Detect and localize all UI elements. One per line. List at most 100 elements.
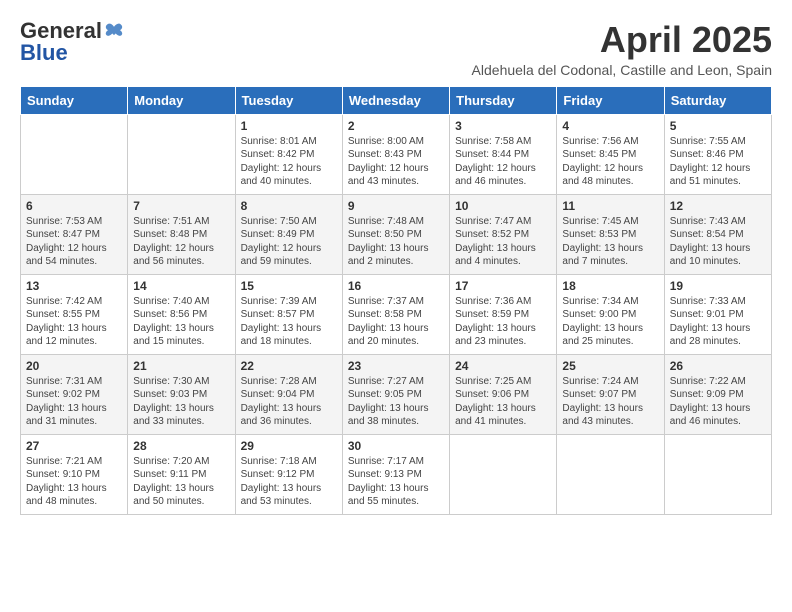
day-info: Sunrise: 7:21 AM Sunset: 9:10 PM Dayligh… bbox=[26, 455, 122, 509]
day-info: Sunrise: 7:33 AM Sunset: 9:01 PM Dayligh… bbox=[670, 295, 766, 349]
day-info: Sunrise: 7:36 AM Sunset: 8:59 PM Dayligh… bbox=[455, 295, 551, 349]
calendar-cell: 3 Sunrise: 7:58 AM Sunset: 8:44 PM Daylig… bbox=[450, 114, 557, 194]
weekday-header-tuesday: Tuesday bbox=[235, 86, 342, 114]
weekday-header-wednesday: Wednesday bbox=[342, 86, 449, 114]
day-number: 11 bbox=[562, 199, 658, 213]
calendar-cell bbox=[664, 434, 771, 514]
calendar-cell: 25Sunrise: 7:24 AM Sunset: 9:07 PM Dayli… bbox=[557, 354, 664, 434]
calendar-cell: 12 Sunrise: 7:43 AM Sunset: 8:54 PM Dayli… bbox=[664, 194, 771, 274]
day-info: Sunrise: 7:18 AM Sunset: 9:12 PM Dayligh… bbox=[241, 455, 337, 509]
day-number: 9 bbox=[348, 199, 444, 213]
logo-blue: Blue bbox=[20, 42, 68, 64]
day-info: Sunrise: 7:51 AM Sunset: 8:48 PM Dayligh… bbox=[133, 215, 229, 269]
calendar-week-4: 20Sunrise: 7:31 AM Sunset: 9:02 PM Dayli… bbox=[21, 354, 772, 434]
day-number: 19 bbox=[670, 279, 766, 293]
weekday-header-monday: Monday bbox=[128, 86, 235, 114]
calendar-cell: 17Sunrise: 7:36 AM Sunset: 8:59 PM Dayli… bbox=[450, 274, 557, 354]
day-number: 27 bbox=[26, 439, 122, 453]
day-number: 26 bbox=[670, 359, 766, 373]
logo: General Blue bbox=[20, 20, 124, 64]
calendar-cell: 4Sunrise: 7:56 AM Sunset: 8:45 PM Daylig… bbox=[557, 114, 664, 194]
calendar-cell: 9 Sunrise: 7:48 AM Sunset: 8:50 PM Daylig… bbox=[342, 194, 449, 274]
day-info: Sunrise: 8:01 AM Sunset: 8:42 PM Dayligh… bbox=[241, 135, 337, 189]
day-number: 14 bbox=[133, 279, 229, 293]
day-info: Sunrise: 7:37 AM Sunset: 8:58 PM Dayligh… bbox=[348, 295, 444, 349]
calendar-cell: 28 Sunrise: 7:20 AM Sunset: 9:11 PM Dayli… bbox=[128, 434, 235, 514]
calendar-week-5: 27 Sunrise: 7:21 AM Sunset: 9:10 PM Dayli… bbox=[21, 434, 772, 514]
day-info: Sunrise: 7:25 AM Sunset: 9:06 PM Dayligh… bbox=[455, 375, 551, 429]
calendar-week-1: 1 Sunrise: 8:01 AM Sunset: 8:42 PM Daylig… bbox=[21, 114, 772, 194]
calendar-cell: 29 Sunrise: 7:18 AM Sunset: 9:12 PM Dayli… bbox=[235, 434, 342, 514]
logo-bird-icon bbox=[104, 22, 124, 40]
day-info: Sunrise: 7:20 AM Sunset: 9:11 PM Dayligh… bbox=[133, 455, 229, 509]
calendar-cell: 23 Sunrise: 7:27 AM Sunset: 9:05 PM Dayli… bbox=[342, 354, 449, 434]
day-info: Sunrise: 7:30 AM Sunset: 9:03 PM Dayligh… bbox=[133, 375, 229, 429]
day-info: Sunrise: 7:55 AM Sunset: 8:46 PM Dayligh… bbox=[670, 135, 766, 189]
day-number: 28 bbox=[133, 439, 229, 453]
day-number: 25 bbox=[562, 359, 658, 373]
day-info: Sunrise: 7:34 AM Sunset: 9:00 PM Dayligh… bbox=[562, 295, 658, 349]
logo-general: General bbox=[20, 20, 102, 42]
day-info: Sunrise: 7:50 AM Sunset: 8:49 PM Dayligh… bbox=[241, 215, 337, 269]
day-number: 23 bbox=[348, 359, 444, 373]
day-info: Sunrise: 7:42 AM Sunset: 8:55 PM Dayligh… bbox=[26, 295, 122, 349]
page-header: General Blue April 2025 Aldehuela del Co… bbox=[20, 20, 772, 78]
calendar-cell bbox=[21, 114, 128, 194]
weekday-header-saturday: Saturday bbox=[664, 86, 771, 114]
calendar-cell: 22Sunrise: 7:28 AM Sunset: 9:04 PM Dayli… bbox=[235, 354, 342, 434]
calendar-cell: 5 Sunrise: 7:55 AM Sunset: 8:46 PM Daylig… bbox=[664, 114, 771, 194]
day-number: 1 bbox=[241, 119, 337, 133]
day-number: 5 bbox=[670, 119, 766, 133]
calendar-cell: 1 Sunrise: 8:01 AM Sunset: 8:42 PM Daylig… bbox=[235, 114, 342, 194]
day-info: Sunrise: 7:40 AM Sunset: 8:56 PM Dayligh… bbox=[133, 295, 229, 349]
calendar-cell: 21 Sunrise: 7:30 AM Sunset: 9:03 PM Dayli… bbox=[128, 354, 235, 434]
day-number: 29 bbox=[241, 439, 337, 453]
calendar-week-2: 6Sunrise: 7:53 AM Sunset: 8:47 PM Daylig… bbox=[21, 194, 772, 274]
calendar-cell: 2 Sunrise: 8:00 AM Sunset: 8:43 PM Daylig… bbox=[342, 114, 449, 194]
day-number: 22 bbox=[241, 359, 337, 373]
calendar-title: April 2025 bbox=[472, 20, 772, 60]
calendar-cell: 20Sunrise: 7:31 AM Sunset: 9:02 PM Dayli… bbox=[21, 354, 128, 434]
day-number: 24 bbox=[455, 359, 551, 373]
day-info: Sunrise: 7:27 AM Sunset: 9:05 PM Dayligh… bbox=[348, 375, 444, 429]
weekday-header-friday: Friday bbox=[557, 86, 664, 114]
day-number: 8 bbox=[241, 199, 337, 213]
day-number: 2 bbox=[348, 119, 444, 133]
calendar-cell: 24 Sunrise: 7:25 AM Sunset: 9:06 PM Dayli… bbox=[450, 354, 557, 434]
day-number: 7 bbox=[133, 199, 229, 213]
day-number: 16 bbox=[348, 279, 444, 293]
day-number: 6 bbox=[26, 199, 122, 213]
calendar-cell: 26 Sunrise: 7:22 AM Sunset: 9:09 PM Dayli… bbox=[664, 354, 771, 434]
calendar-cell: 6Sunrise: 7:53 AM Sunset: 8:47 PM Daylig… bbox=[21, 194, 128, 274]
day-info: Sunrise: 7:22 AM Sunset: 9:09 PM Dayligh… bbox=[670, 375, 766, 429]
title-block: April 2025 Aldehuela del Codonal, Castil… bbox=[472, 20, 772, 78]
calendar-cell: 11Sunrise: 7:45 AM Sunset: 8:53 PM Dayli… bbox=[557, 194, 664, 274]
calendar-week-3: 13Sunrise: 7:42 AM Sunset: 8:55 PM Dayli… bbox=[21, 274, 772, 354]
day-info: Sunrise: 7:58 AM Sunset: 8:44 PM Dayligh… bbox=[455, 135, 551, 189]
day-number: 30 bbox=[348, 439, 444, 453]
calendar-cell: 8 Sunrise: 7:50 AM Sunset: 8:49 PM Daylig… bbox=[235, 194, 342, 274]
calendar-cell bbox=[128, 114, 235, 194]
day-info: Sunrise: 8:00 AM Sunset: 8:43 PM Dayligh… bbox=[348, 135, 444, 189]
day-number: 21 bbox=[133, 359, 229, 373]
calendar-cell: 7 Sunrise: 7:51 AM Sunset: 8:48 PM Daylig… bbox=[128, 194, 235, 274]
weekday-header-sunday: Sunday bbox=[21, 86, 128, 114]
day-info: Sunrise: 7:17 AM Sunset: 9:13 PM Dayligh… bbox=[348, 455, 444, 509]
day-info: Sunrise: 7:48 AM Sunset: 8:50 PM Dayligh… bbox=[348, 215, 444, 269]
calendar-cell: 13Sunrise: 7:42 AM Sunset: 8:55 PM Dayli… bbox=[21, 274, 128, 354]
day-number: 10 bbox=[455, 199, 551, 213]
day-number: 3 bbox=[455, 119, 551, 133]
day-info: Sunrise: 7:43 AM Sunset: 8:54 PM Dayligh… bbox=[670, 215, 766, 269]
calendar-cell: 15Sunrise: 7:39 AM Sunset: 8:57 PM Dayli… bbox=[235, 274, 342, 354]
calendar-cell: 18Sunrise: 7:34 AM Sunset: 9:00 PM Dayli… bbox=[557, 274, 664, 354]
calendar-subtitle: Aldehuela del Codonal, Castille and Leon… bbox=[472, 62, 772, 78]
day-number: 12 bbox=[670, 199, 766, 213]
calendar-cell: 27 Sunrise: 7:21 AM Sunset: 9:10 PM Dayli… bbox=[21, 434, 128, 514]
calendar-cell: 30 Sunrise: 7:17 AM Sunset: 9:13 PM Dayli… bbox=[342, 434, 449, 514]
weekday-header-thursday: Thursday bbox=[450, 86, 557, 114]
day-info: Sunrise: 7:31 AM Sunset: 9:02 PM Dayligh… bbox=[26, 375, 122, 429]
day-number: 15 bbox=[241, 279, 337, 293]
day-number: 4 bbox=[562, 119, 658, 133]
calendar-cell: 19 Sunrise: 7:33 AM Sunset: 9:01 PM Dayli… bbox=[664, 274, 771, 354]
calendar-table: SundayMondayTuesdayWednesdayThursdayFrid… bbox=[20, 86, 772, 515]
